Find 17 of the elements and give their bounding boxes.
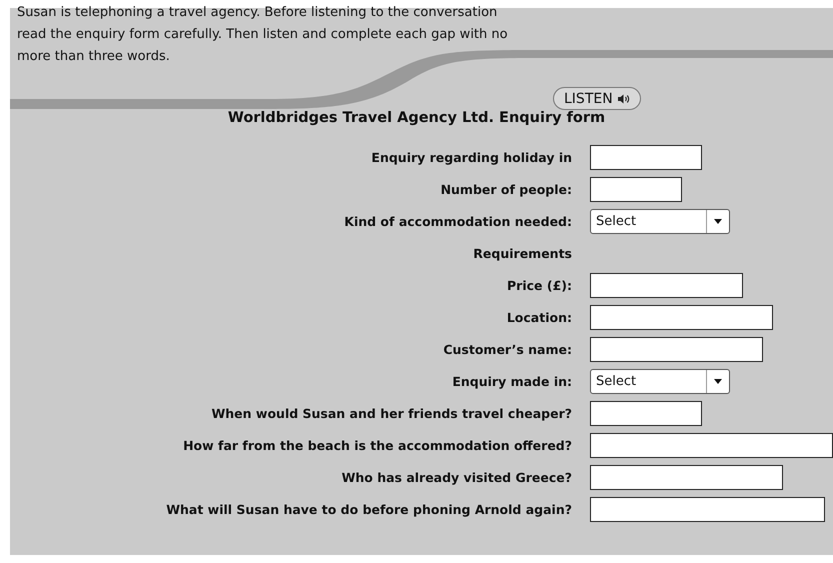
select-dropdown[interactable]: Select	[590, 209, 730, 234]
field-label: Location:	[506, 310, 572, 325]
field-label: How far from the beach is the accommodation offered?	[183, 438, 572, 453]
field-label: Kind of accommodation needed:	[344, 214, 572, 229]
field-label: Who has already visited Greece?	[342, 470, 572, 485]
field-label: Requirements	[473, 246, 572, 261]
select-dropdown[interactable]: Select	[590, 369, 730, 394]
field-label: Number of people:	[440, 182, 572, 197]
field-label: Enquiry regarding holiday in	[371, 150, 572, 165]
listen-button[interactable]: LISTEN	[553, 87, 641, 110]
instructions-text: Susan is telephoning a travel agency. Before listening to the conversation read the enquiry form carefully. Then listen and complete each gap with no more than three words.	[17, 4, 509, 66]
field-label: Enquiry made in:	[452, 374, 572, 389]
field-label: Price (£):	[507, 278, 572, 293]
field-label: Customer’s name:	[443, 342, 572, 357]
field-label: What will Susan have to do before phoning Arnold again?	[166, 502, 572, 517]
form-title: Worldbridges Travel Agency Ltd. Enquiry form	[226, 110, 606, 126]
field-label: When would Susan and her friends travel cheaper?	[212, 406, 572, 421]
